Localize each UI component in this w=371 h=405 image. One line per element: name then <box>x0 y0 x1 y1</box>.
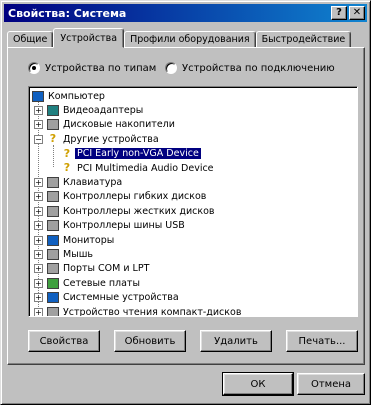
expand-icon[interactable]: + <box>34 278 43 288</box>
unknown-device-icon: ? <box>49 132 57 146</box>
tab-devices[interactable]: Устройства <box>53 28 125 48</box>
refresh-button[interactable]: Обновить <box>114 330 186 352</box>
tree-item[interactable]: + Сетевые платы <box>29 276 357 290</box>
tree-item[interactable]: + Контроллеры жестких дисков <box>29 204 357 218</box>
tree-item-label: Порты COM и LPT <box>63 263 150 275</box>
computer-icon <box>32 90 44 102</box>
tree-item[interactable]: + Контроллеры гибких дисков <box>29 190 357 204</box>
tree-item[interactable]: + Порты COM и LPT <box>29 262 357 276</box>
tree-item[interactable]: + Устройство чтения компакт-дисков <box>29 305 357 317</box>
window-title: Свойства: Система <box>8 6 127 20</box>
expand-icon[interactable]: + <box>34 106 43 116</box>
print-button[interactable]: Печать... <box>286 330 358 352</box>
system-properties-dialog: Свойства: Система ? ✕ Общие Устройства П… <box>0 0 371 405</box>
tree-item-label: Мониторы <box>63 234 115 246</box>
view-by-type-option[interactable]: Устройства по типам <box>28 62 156 74</box>
tree-item-label: Контроллеры шины USB <box>63 220 185 232</box>
tree-item-label: Видеоадаптеры <box>63 105 144 117</box>
expand-icon[interactable]: + <box>34 221 43 231</box>
tree-item[interactable]: + Видеоадаптеры <box>29 103 357 117</box>
expand-icon[interactable]: + <box>34 264 43 274</box>
network-card-icon <box>47 277 59 289</box>
mouse-icon <box>47 248 59 260</box>
title-bar[interactable]: Свойства: Система ? ✕ <box>4 4 367 22</box>
usb-controller-icon <box>47 220 59 232</box>
remove-button[interactable]: Удалить <box>200 330 272 352</box>
help-button[interactable]: ? <box>331 6 347 20</box>
tree-item-label: Контроллеры гибких дисков <box>63 191 207 203</box>
device-tree[interactable]: Компьютер + Видеоадаптеры + Дисковые нак… <box>28 86 358 317</box>
tab-performance[interactable]: Быстродействие <box>255 31 352 48</box>
tree-item-label: Мышь <box>63 248 93 260</box>
devices-panel: Устройства по типам Устройства по подклю… <box>7 47 365 365</box>
expand-icon[interactable]: + <box>34 293 43 303</box>
tree-item-label: Клавиатура <box>63 177 123 189</box>
tree-child-item[interactable]: ? PCI Multimedia Audio Device <box>29 161 357 175</box>
expand-icon[interactable]: + <box>34 120 43 130</box>
tree-item[interactable]: + Контроллеры шины USB <box>29 219 357 233</box>
properties-button[interactable]: Свойства <box>28 330 100 352</box>
tree-item[interactable]: + Мониторы <box>29 233 357 247</box>
collapse-icon[interactable]: − <box>34 134 43 144</box>
expand-icon[interactable]: + <box>34 192 43 202</box>
warning-device-icon: ? <box>63 146 71 160</box>
expand-icon[interactable]: + <box>34 307 43 316</box>
tree-item-label: Дисковые накопители <box>63 119 175 131</box>
floppy-controller-icon <box>47 191 59 203</box>
tree-item-label: Другие устройства <box>63 133 159 145</box>
tab-strip: Общие Устройства Профили оборудования Бы… <box>7 27 352 48</box>
tree-child-item[interactable]: ? PCI Early non-VGA Device <box>29 147 357 161</box>
view-by-type-radio[interactable] <box>28 62 40 74</box>
hdd-controller-icon <box>47 205 59 217</box>
tree-item-label: Устройство чтения компакт-дисков <box>63 306 242 317</box>
tree-root[interactable]: Компьютер <box>29 89 357 103</box>
expand-icon[interactable]: + <box>34 178 43 188</box>
disk-drive-icon <box>47 119 59 131</box>
ok-button[interactable]: ОК <box>222 372 294 396</box>
tab-hardware-profiles[interactable]: Профили оборудования <box>124 31 256 48</box>
view-by-type-label: Устройства по типам <box>45 62 157 74</box>
tree-item-label-selected: PCI Early non-VGA Device <box>74 147 202 161</box>
system-device-icon <box>47 292 59 304</box>
close-button[interactable]: ✕ <box>349 6 365 20</box>
cdrom-icon <box>47 306 59 316</box>
expand-icon[interactable]: + <box>34 206 43 216</box>
view-by-connection-radio[interactable] <box>165 62 177 74</box>
view-by-connection-option[interactable]: Устройства по подключению <box>165 62 335 74</box>
view-by-connection-label: Устройства по подключению <box>182 62 335 74</box>
display-adapter-icon <box>47 105 59 117</box>
warning-device-icon: ? <box>63 161 71 175</box>
tree-item-label: Сетевые платы <box>63 277 140 289</box>
keyboard-icon <box>47 177 59 189</box>
port-icon <box>47 263 59 275</box>
tab-general[interactable]: Общие <box>7 31 54 48</box>
tree-root-label: Компьютер <box>48 90 105 102</box>
tree-item[interactable]: + Дисковые накопители <box>29 118 357 132</box>
expand-icon[interactable]: + <box>34 235 43 245</box>
tree-item[interactable]: − ? Другие устройства <box>29 132 357 146</box>
expand-icon[interactable]: + <box>34 249 43 259</box>
tree-item-label: Системные устройства <box>63 292 179 304</box>
tree-item-label: Контроллеры жестких дисков <box>63 205 215 217</box>
tree-item-label: PCI Multimedia Audio Device <box>77 162 214 174</box>
monitor-icon <box>47 234 59 246</box>
tree-item[interactable]: + Мышь <box>29 247 357 261</box>
tree-item[interactable]: + Клавиатура <box>29 175 357 189</box>
cancel-button[interactable]: Отмена <box>297 373 365 395</box>
tree-item[interactable]: + Системные устройства <box>29 290 357 304</box>
